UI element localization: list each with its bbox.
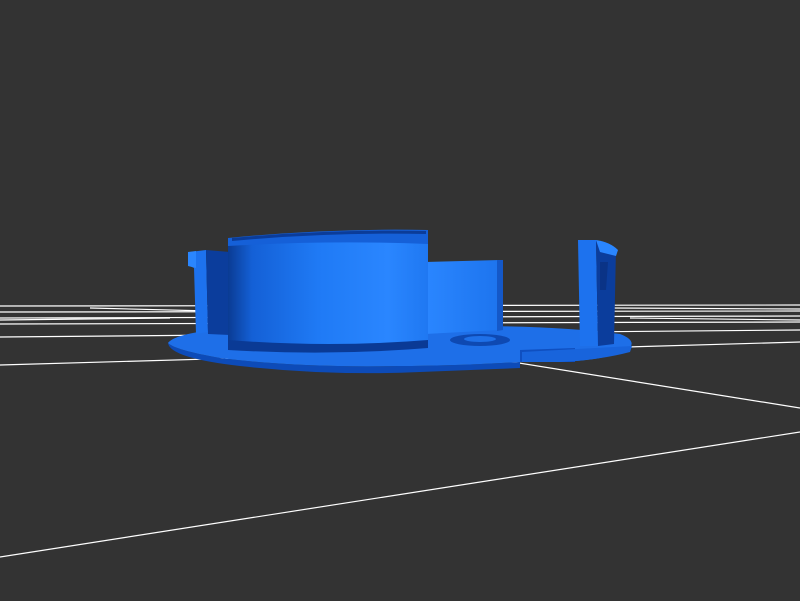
rear-block-edge	[497, 260, 503, 331]
grid-line	[499, 359, 800, 409]
left-clip-hook	[188, 251, 196, 268]
right-clip-front	[578, 240, 598, 346]
grid-line	[89, 307, 211, 312]
3d-scene[interactable]	[0, 0, 800, 601]
main-cylinder-body	[228, 238, 428, 350]
grid-line	[609, 307, 800, 310]
3d-model[interactable]	[168, 229, 632, 374]
right-clip-side	[596, 240, 616, 346]
grid-line	[0, 431, 800, 558]
3d-viewport[interactable]	[0, 0, 800, 601]
rear-block	[425, 260, 500, 334]
left-clip-side	[206, 250, 230, 335]
base-ring	[464, 336, 496, 342]
grid-line	[629, 317, 800, 321]
